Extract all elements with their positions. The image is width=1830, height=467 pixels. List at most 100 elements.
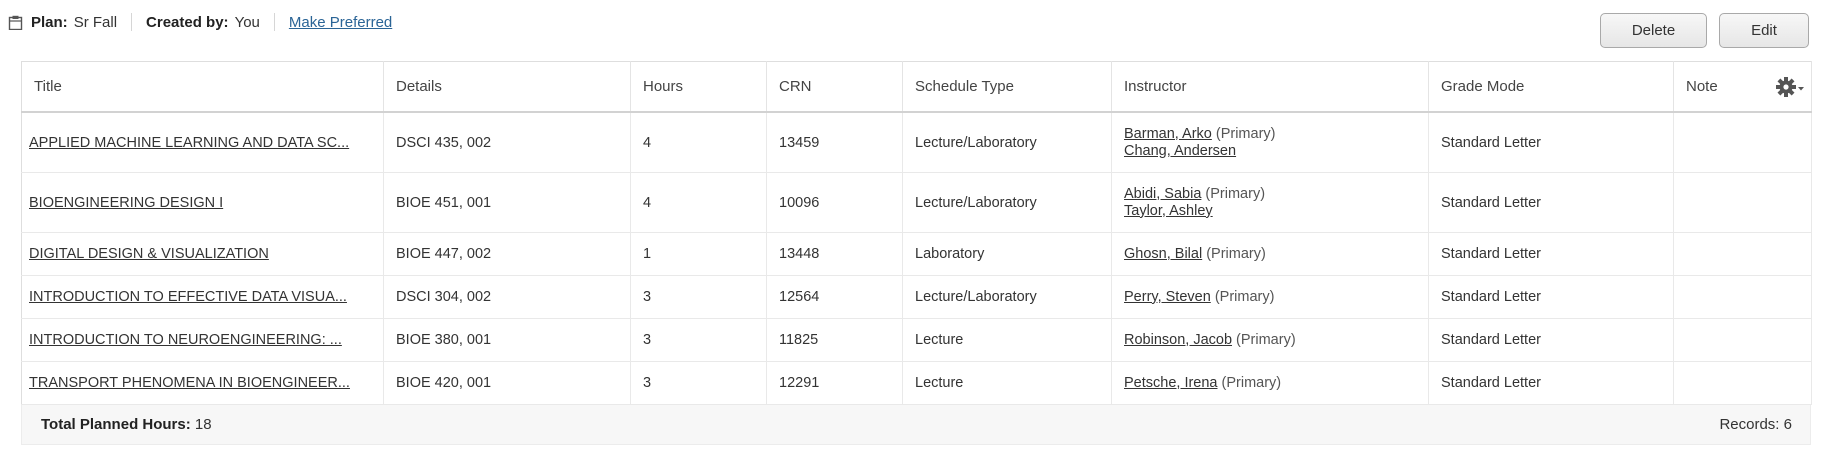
table-row[interactable]: INTRODUCTION TO NEUROENGINEERING: ... BI… bbox=[21, 318, 1812, 362]
course-instructors: Abidi, Sabia (Primary) Taylor, Ashley bbox=[1111, 172, 1429, 233]
course-crn: 11825 bbox=[766, 318, 903, 362]
plan-value: Sr Fall bbox=[73, 13, 118, 31]
grid-footer: Total Planned Hours: 18 Records: 6 bbox=[21, 405, 1811, 445]
course-note bbox=[1673, 318, 1812, 362]
table-row[interactable]: TRANSPORT PHENOMENA IN BIOENGINEER... BI… bbox=[21, 361, 1812, 405]
course-details: DSCI 435, 002 bbox=[383, 112, 631, 173]
courses-table: Title Details Hours CRN Schedule Type In… bbox=[21, 61, 1812, 405]
delete-button[interactable]: Delete bbox=[1600, 13, 1707, 48]
instructor-link[interactable]: Abidi, Sabia bbox=[1124, 186, 1201, 202]
course-hours: 3 bbox=[630, 318, 767, 362]
plan-creator: Created by: You bbox=[146, 14, 260, 31]
instructor-link[interactable]: Chang, Andersen bbox=[1124, 143, 1236, 159]
instructor-role: (Primary) bbox=[1236, 331, 1296, 348]
course-schedule-type: Lecture/Laboratory bbox=[902, 172, 1112, 233]
course-grade-mode: Standard Letter bbox=[1428, 172, 1674, 233]
plan-name: Plan: Sr Fall bbox=[31, 14, 117, 31]
table-row[interactable]: INTRODUCTION TO EFFECTIVE DATA VISUA... … bbox=[21, 275, 1812, 319]
course-note bbox=[1673, 172, 1812, 233]
column-header-note-label: Note bbox=[1686, 78, 1718, 95]
column-header-schedule-type[interactable]: Schedule Type bbox=[902, 61, 1112, 113]
course-crn: 12291 bbox=[766, 361, 903, 405]
instructor-link[interactable]: Perry, Steven bbox=[1124, 289, 1211, 305]
created-by-value: You bbox=[234, 13, 260, 31]
total-hours-label: Total Planned Hours: bbox=[41, 416, 191, 433]
course-crn: 12564 bbox=[766, 275, 903, 319]
course-title-link[interactable]: INTRODUCTION TO EFFECTIVE DATA VISUA... bbox=[29, 289, 347, 305]
plan-courses-grid: Title Details Hours CRN Schedule Type In… bbox=[21, 61, 1812, 445]
course-grade-mode: Standard Letter bbox=[1428, 232, 1674, 276]
plan-header: Plan: Sr Fall Created by: You Make Prefe… bbox=[8, 12, 392, 32]
course-hours: 3 bbox=[630, 361, 767, 405]
column-header-note[interactable]: Note bbox=[1673, 61, 1812, 113]
divider bbox=[273, 13, 275, 31]
total-hours-value: 18 bbox=[194, 416, 212, 433]
instructor-link[interactable]: Petsche, Irena bbox=[1124, 375, 1218, 391]
instructor-role: (Primary) bbox=[1206, 245, 1266, 262]
instructor-role: (Primary) bbox=[1215, 125, 1276, 142]
course-grade-mode: Standard Letter bbox=[1428, 318, 1674, 362]
course-instructors: Ghosn, Bilal (Primary) bbox=[1111, 232, 1429, 276]
column-header-instructor[interactable]: Instructor bbox=[1111, 61, 1429, 113]
course-crn: 13448 bbox=[766, 232, 903, 276]
course-note bbox=[1673, 361, 1812, 405]
course-title-link[interactable]: DIGITAL DESIGN & VISUALIZATION bbox=[29, 246, 269, 262]
course-grade-mode: Standard Letter bbox=[1428, 275, 1674, 319]
course-hours: 3 bbox=[630, 275, 767, 319]
column-header-crn[interactable]: CRN bbox=[766, 61, 903, 113]
instructor-link[interactable]: Barman, Arko bbox=[1124, 126, 1212, 142]
course-title-link[interactable]: BIOENGINEERING DESIGN I bbox=[29, 195, 223, 211]
edit-button[interactable]: Edit bbox=[1719, 13, 1809, 48]
course-schedule-type: Lecture/Laboratory bbox=[902, 112, 1112, 173]
course-details: DSCI 304, 002 bbox=[383, 275, 631, 319]
instructor-role: (Primary) bbox=[1221, 374, 1282, 391]
course-instructors: Barman, Arko (Primary) Chang, Andersen bbox=[1111, 112, 1429, 173]
table-row[interactable]: DIGITAL DESIGN & VISUALIZATION BIOE 447,… bbox=[21, 232, 1812, 276]
instructor-link[interactable]: Taylor, Ashley bbox=[1124, 203, 1213, 219]
course-hours: 4 bbox=[630, 172, 767, 233]
course-crn: 13459 bbox=[766, 112, 903, 173]
gear-icon[interactable] bbox=[1775, 76, 1805, 98]
course-note bbox=[1673, 275, 1812, 319]
column-header-title[interactable]: Title bbox=[21, 61, 384, 113]
course-grade-mode: Standard Letter bbox=[1428, 112, 1674, 173]
course-schedule-type: Lecture/Laboratory bbox=[902, 275, 1112, 319]
course-hours: 4 bbox=[630, 112, 767, 173]
plan-actions: Delete Edit bbox=[1600, 13, 1809, 48]
course-schedule-type: Lecture bbox=[902, 361, 1112, 405]
course-schedule-type: Lecture bbox=[902, 318, 1112, 362]
table-row[interactable]: BIOENGINEERING DESIGN I BIOE 451, 001 4 … bbox=[21, 172, 1812, 233]
course-schedule-type: Laboratory bbox=[902, 232, 1112, 276]
course-title-link[interactable]: APPLIED MACHINE LEARNING AND DATA SC... bbox=[29, 135, 349, 151]
header-row: Title Details Hours CRN Schedule Type In… bbox=[21, 61, 1812, 113]
make-preferred-link[interactable]: Make Preferred bbox=[289, 14, 392, 31]
plan-label: Plan: bbox=[31, 13, 68, 31]
course-instructors: Petsche, Irena (Primary) bbox=[1111, 361, 1429, 405]
instructor-link[interactable]: Robinson, Jacob bbox=[1124, 332, 1232, 348]
created-by-label: Created by: bbox=[146, 13, 229, 31]
course-crn: 10096 bbox=[766, 172, 903, 233]
course-details: BIOE 451, 001 bbox=[383, 172, 631, 233]
instructor-role: (Primary) bbox=[1214, 288, 1275, 305]
divider bbox=[131, 13, 133, 31]
course-hours: 1 bbox=[630, 232, 767, 276]
course-grade-mode: Standard Letter bbox=[1428, 361, 1674, 405]
column-header-hours[interactable]: Hours bbox=[630, 61, 767, 113]
clipboard-icon bbox=[8, 15, 23, 30]
column-header-details[interactable]: Details bbox=[383, 61, 631, 113]
course-details: BIOE 447, 002 bbox=[383, 232, 631, 276]
course-instructors: Perry, Steven (Primary) bbox=[1111, 275, 1429, 319]
course-note bbox=[1673, 232, 1812, 276]
table-row[interactable]: APPLIED MACHINE LEARNING AND DATA SC... … bbox=[21, 112, 1812, 173]
course-details: BIOE 420, 001 bbox=[383, 361, 631, 405]
course-title-link[interactable]: INTRODUCTION TO NEUROENGINEERING: ... bbox=[29, 332, 342, 348]
course-note bbox=[1673, 112, 1812, 173]
column-header-grade-mode[interactable]: Grade Mode bbox=[1428, 61, 1674, 113]
instructor-role: (Primary) bbox=[1205, 185, 1266, 202]
records-count: Records: 6 bbox=[1719, 416, 1792, 433]
course-title-link[interactable]: TRANSPORT PHENOMENA IN BIOENGINEER... bbox=[29, 375, 350, 391]
instructor-link[interactable]: Ghosn, Bilal bbox=[1124, 246, 1202, 262]
total-planned-hours: Total Planned Hours: 18 bbox=[41, 416, 212, 433]
course-details: BIOE 380, 001 bbox=[383, 318, 631, 362]
course-instructors: Robinson, Jacob (Primary) bbox=[1111, 318, 1429, 362]
